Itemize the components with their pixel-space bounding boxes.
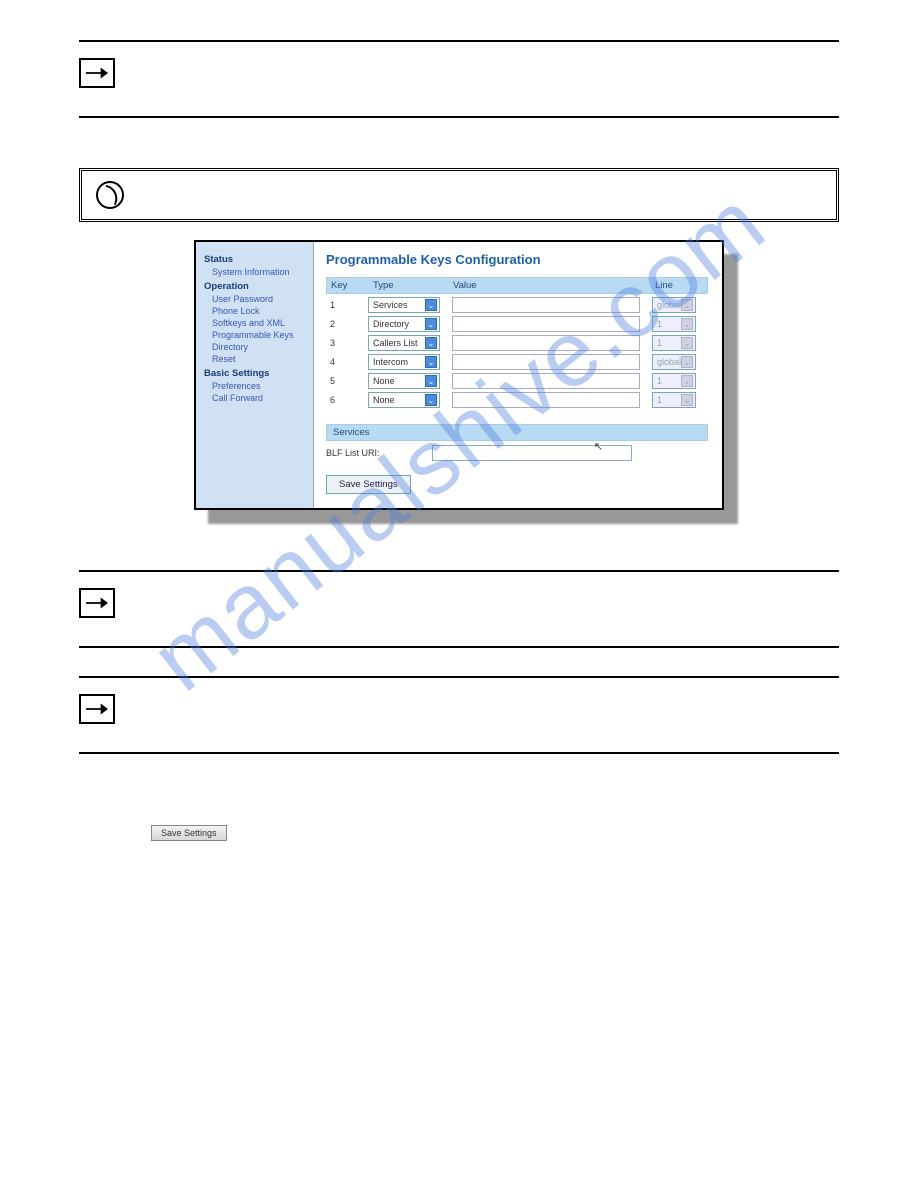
table-row: 6 None⌄ 1⌄ <box>326 392 708 408</box>
table-header: Key Type Value Line <box>326 277 708 294</box>
col-value: Value <box>449 278 651 293</box>
row-key: 2 <box>326 319 368 329</box>
row-key: 6 <box>326 395 368 405</box>
save-settings-button[interactable]: Save Settings <box>326 475 411 494</box>
chevron-down-icon: ⌄ <box>681 375 693 387</box>
line-select[interactable]: global⌄ <box>652 297 696 313</box>
sidebar-head-operation: Operation <box>204 281 305 292</box>
value-input[interactable] <box>452 297 640 313</box>
value-input[interactable] <box>452 373 640 389</box>
save-settings-image-button[interactable]: Save Settings <box>151 825 227 841</box>
blf-input[interactable]: ↖ <box>432 445 632 461</box>
type-select[interactable]: None⌄ <box>368 392 440 408</box>
blf-row: BLF List URI: ↖ <box>326 445 708 461</box>
line-select[interactable]: 1⌄ <box>652 335 696 351</box>
sidebar-head-basic: Basic Settings <box>204 368 305 379</box>
table-row: 3 Callers List⌄ 1⌄ <box>326 335 708 351</box>
chevron-down-icon: ⌄ <box>681 356 693 368</box>
type-select[interactable]: Callers List⌄ <box>368 335 440 351</box>
row-key: 1 <box>326 300 368 310</box>
row-key: 4 <box>326 357 368 367</box>
chevron-down-icon: ⌄ <box>425 394 437 406</box>
services-head: Services <box>326 424 708 441</box>
page-title: Programmable Keys Configuration <box>326 252 708 267</box>
arrow-icon <box>79 588 115 618</box>
type-select[interactable]: None⌄ <box>368 373 440 389</box>
note-text: Note: Selecting "global" means you want … <box>129 694 562 736</box>
value-input[interactable] <box>452 335 640 351</box>
chevron-down-icon: ⌄ <box>681 318 693 330</box>
chevron-down-icon: ⌄ <box>681 299 693 311</box>
globe-icon <box>96 181 124 209</box>
type-select[interactable]: Directory⌄ <box>368 316 440 332</box>
sidebar-item-system-information[interactable]: System Information <box>212 267 305 277</box>
chevron-down-icon: ⌄ <box>425 318 437 330</box>
note-text: Note: Selecting "global" means you want … <box>129 58 562 100</box>
chevron-down-icon: ⌄ <box>425 299 437 311</box>
value-input[interactable] <box>452 316 640 332</box>
blf-label: BLF List URI: <box>326 448 422 458</box>
note-text: Note: If there is no BLF/List URI define… <box>129 588 572 630</box>
keys-label: Keys <box>79 550 839 570</box>
screenshot-sidebar: Status System Information Operation User… <box>196 242 314 508</box>
heading-6730: 6730i configuration <box>79 118 839 158</box>
sidebar-item-reset[interactable]: Reset <box>212 354 305 364</box>
sidebar-item-preferences[interactable]: Preferences <box>212 381 305 391</box>
row-key: 5 <box>326 376 368 386</box>
table-row: 1 Services⌄ global⌄ <box>326 297 708 313</box>
screenshot-main: Programmable Keys Configuration Key Type… <box>314 242 722 508</box>
sidebar-item-directory[interactable]: Directory <box>212 342 305 352</box>
step-note-3: Note: Selecting "global" means you want … <box>79 678 839 752</box>
line-select[interactable]: 1⌄ <box>652 316 696 332</box>
sidebar-item-call-forward[interactable]: Call Forward <box>212 393 305 403</box>
screenshot: Status System Information Operation User… <box>194 240 724 510</box>
table-row: 5 None⌄ 1⌄ <box>326 373 708 389</box>
table-row: 2 Directory⌄ 1⌄ <box>326 316 708 332</box>
sidebar-item-programmable-keys[interactable]: Programmable Keys <box>212 330 305 340</box>
sidebar-item-user-password[interactable]: User Password <box>212 294 305 304</box>
chevron-down-icon: ⌄ <box>425 375 437 387</box>
sidebar-head-status: Status <box>204 254 305 265</box>
line-select[interactable]: 1⌄ <box>652 373 696 389</box>
webui-callout: Aastra Web UI <box>79 168 839 222</box>
type-select[interactable]: Intercom⌄ <box>368 354 440 370</box>
step-note-1: Note: Selecting "global" means you want … <box>79 42 839 116</box>
line-select[interactable]: global⌄ <box>652 354 696 370</box>
line-select[interactable]: 1⌄ <box>652 392 696 408</box>
value-input[interactable] <box>452 392 640 408</box>
col-type: Type <box>369 278 449 293</box>
chevron-down-icon: ⌄ <box>681 337 693 349</box>
cursor-icon: ↖ <box>594 440 603 453</box>
col-key: Key <box>327 278 369 293</box>
step-note-2: Note: If there is no BLF/List URI define… <box>79 572 839 646</box>
type-select[interactable]: Services⌄ <box>368 297 440 313</box>
table-row: 4 Intercom⌄ global⌄ <box>326 354 708 370</box>
chevron-down-icon: ⌄ <box>681 394 693 406</box>
callout-label: Aastra Web UI <box>142 187 237 203</box>
col-line: Line <box>651 278 707 293</box>
value-input[interactable] <box>452 354 640 370</box>
chevron-down-icon: ⌄ <box>425 337 437 349</box>
row-key: 3 <box>326 338 368 348</box>
sidebar-item-softkeys-xml[interactable]: Softkeys and XML <box>212 318 305 328</box>
chevron-down-icon: ⌄ <box>425 356 437 368</box>
arrow-icon <box>79 58 115 88</box>
arrow-icon <box>79 694 115 724</box>
sidebar-item-phone-lock[interactable]: Phone Lock <box>212 306 305 316</box>
